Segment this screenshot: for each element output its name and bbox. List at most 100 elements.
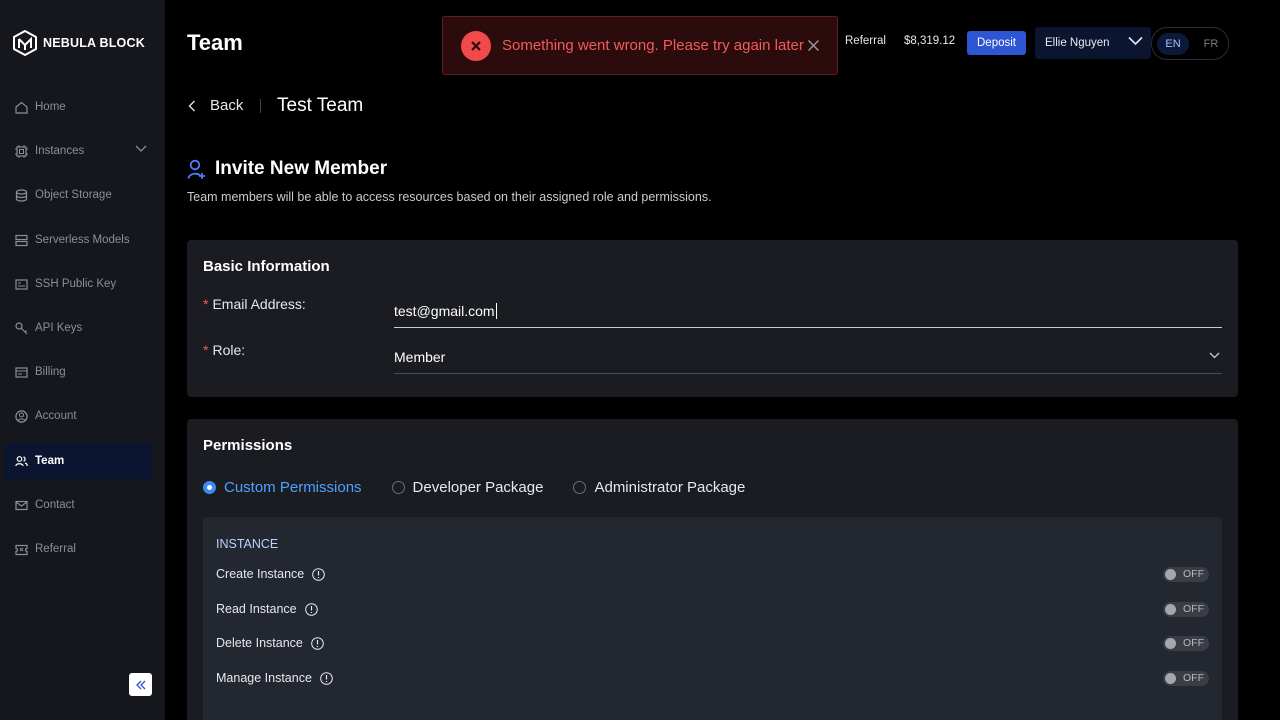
double-chevron-left-icon [135, 680, 145, 689]
permission-label: Read Instance [216, 602, 297, 616]
mail-icon [14, 498, 28, 512]
page-title: Team [187, 30, 243, 55]
permission-toggle[interactable]: OFF [1163, 601, 1209, 617]
error-icon [461, 30, 491, 61]
info-icon[interactable] [311, 636, 324, 650]
brand-logo[interactable]: NEBULA BLOCK [13, 30, 145, 56]
permission-toggle[interactable]: OFF [1163, 635, 1209, 651]
key-icon [14, 321, 28, 335]
language-switch: EN FR [1151, 27, 1229, 60]
email-label: * Email Address: [203, 296, 306, 312]
sidebar-item-label: Contact [35, 499, 75, 511]
permission-type-radios: Custom Permissions Developer Package Adm… [203, 479, 745, 496]
server-icon [14, 233, 28, 247]
toggle-knob [1165, 568, 1176, 580]
permission-label: Delete Instance [216, 636, 303, 650]
team-icon [14, 454, 28, 468]
sidebar-item-instances[interactable]: Instances [4, 133, 152, 169]
permission-label: Create Instance [216, 567, 305, 581]
back-label: Back [210, 97, 244, 114]
sidebar-item-object-storage[interactable]: Object Storage [4, 177, 152, 213]
account-icon [14, 409, 28, 423]
required-mark: * [203, 342, 209, 358]
language-en[interactable]: EN [1157, 32, 1189, 55]
account-balance: $8,319.12 [904, 35, 956, 47]
sidebar-item-label: Referral [35, 543, 76, 555]
add-user-icon [187, 159, 205, 179]
role-label: * Role: [203, 342, 246, 358]
database-icon [14, 188, 28, 202]
permissions-card: Permissions Custom Permissions Developer… [187, 419, 1238, 720]
team-name: Test Team [277, 95, 364, 116]
info-icon[interactable] [320, 671, 333, 685]
info-icon[interactable] [312, 567, 326, 581]
radio-administrator-package[interactable]: Administrator Package [573, 479, 745, 496]
basic-information-card: Basic Information * Email Address: test@g… [187, 240, 1238, 397]
close-icon[interactable] [807, 39, 820, 52]
toggle-knob [1165, 672, 1176, 684]
error-toast: Something went wrong. Please try again l… [442, 16, 838, 75]
permission-row: Read Instance OFF [216, 599, 1209, 619]
sidebar-item-label: Object Storage [35, 189, 112, 201]
sidebar-item-home[interactable]: Home [4, 89, 152, 125]
sidebar-item-label: Serverless Models [35, 234, 130, 246]
toggle-knob [1165, 603, 1176, 615]
basic-information-title: Basic Information [203, 258, 330, 275]
sidebar-item-api-keys[interactable]: API Keys [4, 310, 152, 346]
sidebar-item-team[interactable]: Team [4, 443, 152, 479]
logo-icon [13, 30, 37, 56]
info-icon[interactable] [304, 602, 318, 616]
sidebar-item-ssh-public-key[interactable]: SSH Public Key [4, 266, 152, 302]
permission-row: Create Instance OFF [216, 564, 1209, 584]
radio-dot [203, 481, 216, 494]
breadcrumb-divider [260, 99, 261, 113]
radio-dot [573, 481, 587, 494]
brand-name: NEBULA BLOCK [43, 36, 145, 50]
permission-row: Manage Instance OFF [216, 668, 1209, 688]
invite-description: Team members will be able to access reso… [187, 190, 712, 204]
permission-toggle[interactable]: OFF [1163, 670, 1209, 686]
role-select[interactable]: Member [394, 340, 1222, 374]
key-card-icon [14, 277, 28, 291]
deposit-button[interactable]: Deposit [967, 31, 1026, 55]
chevron-down-icon [1209, 352, 1220, 359]
home-icon [14, 100, 28, 114]
radio-dot [391, 481, 405, 494]
language-fr[interactable]: FR [1195, 33, 1227, 55]
sidebar-item-label: Billing [35, 366, 66, 378]
sidebar-item-contact[interactable]: Contact [4, 487, 152, 523]
sidebar-item-account[interactable]: Account [4, 398, 152, 434]
chevron-down-icon[interactable] [135, 145, 147, 153]
chevron-down-icon [1128, 36, 1143, 46]
user-menu[interactable]: Ellie Nguyen [1035, 27, 1151, 59]
user-name: Ellie Nguyen [1045, 37, 1110, 49]
chevron-left-icon [188, 100, 195, 111]
sidebar-item-referral[interactable]: Referral [4, 531, 152, 567]
permission-toggle[interactable]: OFF [1163, 566, 1209, 582]
role-value: Member [394, 348, 446, 365]
toast-message: Something went wrong. Please try again l… [502, 37, 804, 54]
sidebar-item-billing[interactable]: Billing [4, 354, 152, 390]
sidebar-item-label: Team [35, 455, 65, 467]
collapse-sidebar-button[interactable] [129, 673, 152, 696]
sidebar-item-label: Home [35, 101, 66, 113]
radio-developer-package[interactable]: Developer Package [391, 479, 543, 496]
sidebar-item-label: API Keys [35, 322, 83, 334]
radio-custom-permissions[interactable]: Custom Permissions [203, 479, 362, 496]
permission-label: Manage Instance [216, 671, 312, 685]
instance-permissions-panel: INSTANCE Create Instance OFF Read Instan… [203, 517, 1222, 720]
toggle-knob [1165, 637, 1176, 649]
permission-row: Delete Instance OFF [216, 633, 1209, 653]
referral-link[interactable]: Referral [845, 35, 886, 47]
billing-icon [14, 365, 28, 379]
invite-title-text: Invite New Member [215, 158, 388, 179]
ticket-icon [14, 542, 28, 556]
back-button[interactable]: Back [188, 97, 243, 114]
text-caret [495, 302, 497, 319]
sidebar-item-label: Account [35, 410, 77, 422]
sidebar-item-serverless-models[interactable]: Serverless Models [4, 222, 152, 258]
sidebar: NEBULA BLOCK Home Instances Object Stora… [0, 0, 165, 720]
app: NEBULA BLOCK Home Instances Object Stora… [0, 0, 1280, 720]
required-mark: * [203, 296, 209, 312]
email-field[interactable]: test@gmail.com [394, 294, 1222, 328]
